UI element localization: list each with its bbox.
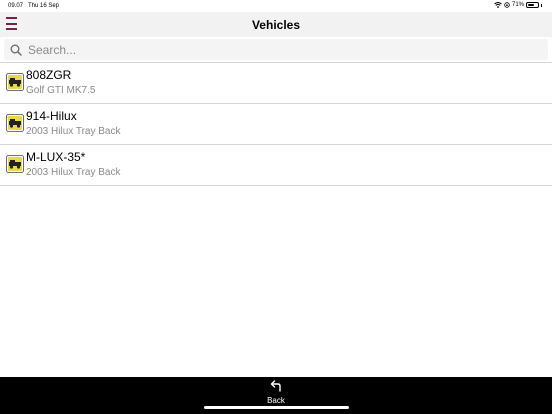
orientation-lock-icon [504, 2, 510, 8]
vehicle-model: 2003 Hilux Tray Back [26, 126, 121, 137]
vehicle-name: 914-Hilux [26, 109, 77, 123]
wifi-icon [494, 2, 502, 8]
vehicle-icon [6, 155, 24, 173]
vehicle-model: Golf GTI MK7.5 [26, 85, 96, 96]
vehicle-icon [6, 114, 24, 132]
status-time: 09.07 [8, 3, 24, 9]
status-indicators: 71% [494, 2, 542, 8]
back-label: Back [267, 396, 285, 405]
battery-cap [541, 3, 542, 7]
bottom-toolbar: Back [0, 377, 552, 414]
vehicle-name: M-LUX-35* [26, 150, 86, 164]
home-indicator[interactable] [204, 406, 349, 409]
search-icon [10, 43, 22, 61]
vehicle-row[interactable]: M-LUX-35* 2003 Hilux Tray Back [0, 145, 552, 186]
vehicle-icon [6, 73, 24, 91]
status-bar: 09.07 Thu 16 Sep 71% [0, 0, 552, 12]
search-bar [4, 39, 548, 60]
status-date: Thu 16 Sep [28, 3, 60, 9]
nav-bar: Vehicles [0, 12, 552, 37]
battery-icon [526, 2, 539, 8]
battery-level [528, 4, 534, 6]
vehicle-list: 808ZGR Golf GTI MK7.5 914-Hilux 2003 Hil… [0, 62, 552, 186]
search-input[interactable] [28, 41, 538, 58]
vehicle-model: 2003 Hilux Tray Back [26, 167, 121, 178]
page-title: Vehicles [251, 18, 301, 32]
back-button[interactable]: Back [256, 377, 296, 407]
battery-percent: 71% [511, 2, 524, 8]
vehicle-row[interactable]: 914-Hilux 2003 Hilux Tray Back [0, 104, 552, 145]
vehicle-name: 808ZGR [26, 68, 72, 82]
vehicle-row[interactable]: 808ZGR Golf GTI MK7.5 [0, 63, 552, 104]
